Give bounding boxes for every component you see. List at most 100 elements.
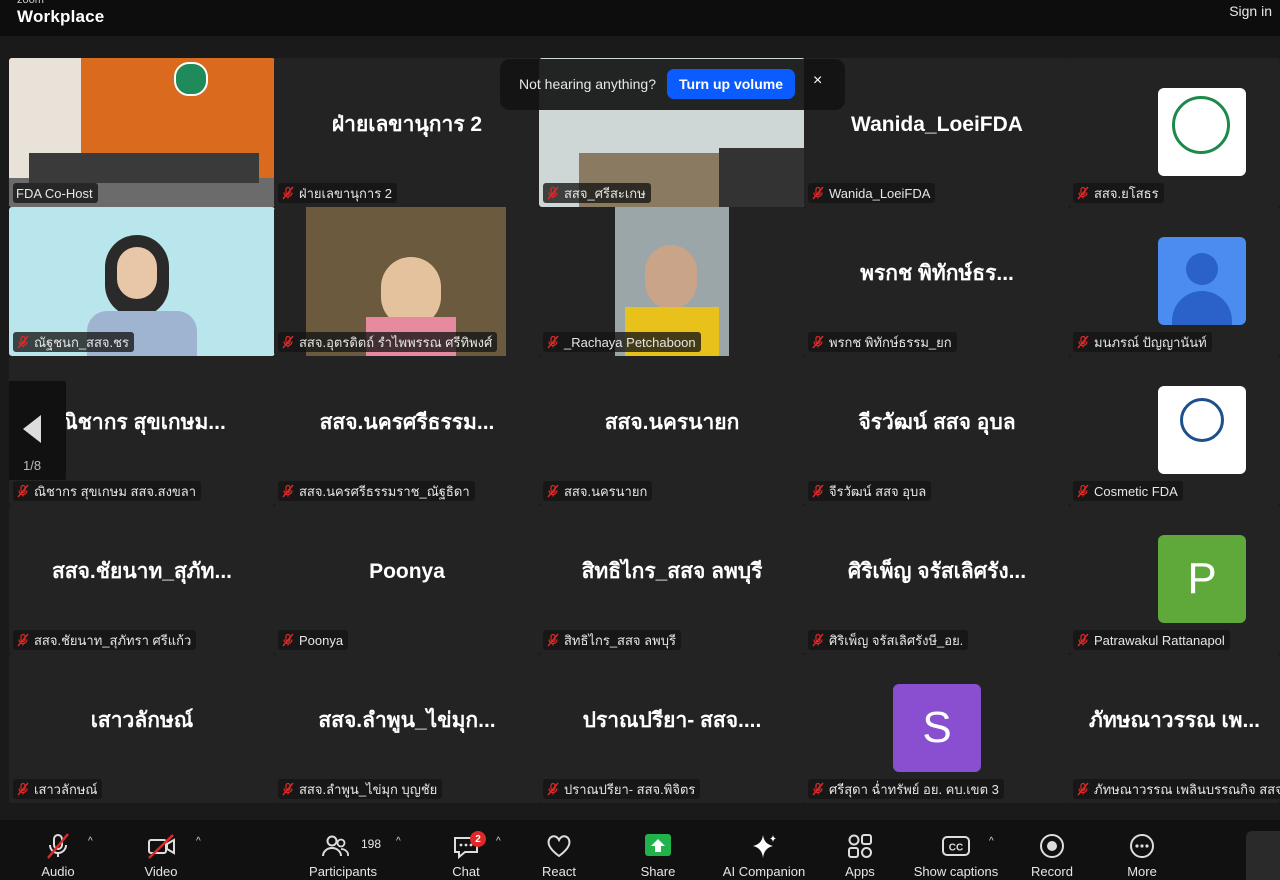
captions-options-caret[interactable]: ^: [989, 836, 994, 847]
muted-microphone-icon: [282, 633, 294, 647]
title-bar: zoom Workplace Sign in: [0, 0, 1280, 36]
participant-name: สสจ.ลำพูน_ไข่มุก บุญชัย: [299, 781, 438, 797]
sparkle-icon: [753, 835, 776, 858]
participant-tile[interactable]: _Rachaya Petchaboon: [539, 207, 805, 356]
more-label: More: [1127, 864, 1157, 879]
video-options-caret[interactable]: ^: [196, 836, 201, 847]
muted-microphone-icon: [17, 484, 29, 498]
participant-name: ภัทษณาวรรณ เพลินบรรณกิจ สสจ: [1094, 781, 1280, 797]
leave-button-partial[interactable]: [1246, 831, 1280, 880]
participant-name: สิทธิไกร_สสจ ลพบุรี: [564, 632, 676, 648]
participant-name: สสจ_ศรีสะเกษ: [564, 185, 646, 201]
muted-microphone-icon: [17, 633, 29, 647]
participant-name-tag: จีรวัฒน์ สสจ อุบล: [808, 481, 932, 501]
audio-button[interactable]: Audio: [28, 820, 88, 880]
page-indicator: 1/8: [23, 458, 42, 473]
muted-microphone-icon: [17, 335, 29, 349]
participant-name: Patrawakul Rattanapol: [1094, 632, 1225, 648]
muted-microphone-icon: [812, 186, 824, 200]
record-button[interactable]: Record: [1022, 820, 1082, 880]
participant-tile[interactable]: พรกช พิทักษ์ธร... พรกช พิทักษ์ธรรม_ยก: [804, 207, 1070, 356]
participant-name-tag: สสจ.อุตรดิตถ์ รำไพพรรณ ศรีทิพงศ์: [278, 332, 498, 352]
participant-display-name: พรกช พิทักษ์ธร...: [860, 262, 1014, 285]
chat-options-caret[interactable]: ^: [496, 836, 501, 847]
video-label: Video: [144, 864, 178, 879]
participant-tile[interactable]: S ศรีสุดา ฉ่ำทรัพย์ อย. คบ.เขต 3: [804, 654, 1070, 803]
previous-page-button[interactable]: 1/8: [9, 381, 66, 480]
participant-tile[interactable]: ณัฐชนก_สสจ.ชร: [9, 207, 275, 356]
participant-name-tag: สสจ.ชัยนาท_สุภัทรา ศรีแก้ว: [13, 630, 197, 650]
share-button[interactable]: Share: [628, 820, 688, 880]
muted-microphone-icon: [547, 484, 559, 498]
muted-microphone-icon: [1077, 335, 1089, 349]
participant-tile[interactable]: สสจ.ลำพูน_ไข่มุก... สสจ.ลำพูน_ไข่มุก บุญช…: [274, 654, 540, 803]
participant-tile[interactable]: P Patrawakul Rattanapol: [1069, 505, 1280, 654]
participant-name-tag: ศรีสุดา ฉ่ำทรัพย์ อย. คบ.เขต 3: [808, 779, 1004, 799]
muted-microphone-icon: [812, 484, 824, 498]
participant-tile[interactable]: เสาวลักษณ์ เสาวลักษณ์: [9, 654, 275, 803]
participant-tile[interactable]: ภัทษณาวรรณ เพ... ภัทษณาวรรณ เพลินบรรณกิจ …: [1069, 654, 1280, 803]
participant-tile[interactable]: สสจ.ยโสธร: [1069, 58, 1280, 207]
moph-logo: [1158, 88, 1246, 176]
participant-name: Wanida_LoeiFDA: [829, 185, 931, 201]
participant-name: มนภรณ์ ปัญญานันท์: [1094, 334, 1207, 350]
chat-unread-badge: 2: [470, 831, 486, 847]
participant-tile[interactable]: FDA Co-Host: [9, 58, 275, 207]
participant-display-name: ปราณปรียา- สสจ....: [582, 709, 762, 732]
participants-options-caret[interactable]: ^: [396, 836, 401, 847]
participant-name-tag: ฝ่ายเลขานุการ 2: [278, 183, 398, 203]
participant-tile[interactable]: ศิริเพ็ญ จรัสเลิศรัง... ศิริเพ็ญ จรัสเลิศ…: [804, 505, 1070, 654]
react-label: React: [542, 864, 576, 879]
participant-display-name: เสาวลักษณ์: [90, 709, 194, 732]
close-icon[interactable]: ×: [813, 72, 822, 90]
heart-icon: [547, 835, 571, 858]
audio-options-caret[interactable]: ^: [88, 836, 93, 847]
participant-name-tag: _Rachaya Petchaboon: [543, 332, 701, 352]
muted-microphone-icon: [282, 484, 294, 498]
avatar-letter-p: P: [1158, 535, 1246, 623]
muted-microphone-icon: [547, 335, 559, 349]
brand-small: zoom: [17, 0, 44, 6]
participant-tile[interactable]: จีรวัฒน์ สสจ อุบล จีรวัฒน์ สสจ อุบล: [804, 356, 1070, 505]
participant-tile[interactable]: สิทธิไกร_สสจ ลพบุรี สิทธิไกร_สสจ ลพบุรี: [539, 505, 805, 654]
participant-tile[interactable]: Cosmetic FDA: [1069, 356, 1280, 505]
muted-microphone-icon: [1077, 484, 1089, 498]
chat-button[interactable]: Chat: [436, 820, 496, 880]
participant-tile[interactable]: มนภรณ์ ปัญญานันท์: [1069, 207, 1280, 356]
participant-tile[interactable]: Poonya Poonya: [274, 505, 540, 654]
more-button[interactable]: More: [1112, 820, 1172, 880]
participant-name: สสจ.อุตรดิตถ์ รำไพพรรณ ศรีทิพงศ์: [299, 334, 493, 350]
participant-tile[interactable]: ปราณปรียา- สสจ.... ปราณปรียา- สสจ.พิจิตร: [539, 654, 805, 803]
participant-name: Poonya: [299, 632, 344, 648]
participant-tile[interactable]: สสจ.ชัยนาท_สุภัท... สสจ.ชัยนาท_สุภัทรา ศร…: [9, 505, 275, 654]
muted-microphone-icon: [1077, 782, 1089, 796]
participant-name-tag: เสาวลักษณ์: [13, 779, 103, 799]
muted-microphone-icon: [547, 633, 559, 647]
ai-companion-label: AI Companion: [722, 864, 806, 879]
avatar-letter-s: S: [893, 684, 981, 772]
audio-label: Audio: [41, 864, 75, 879]
participant-display-name: ภัทษณาวรรณ เพ...: [1089, 709, 1260, 732]
muted-microphone-icon: [812, 633, 824, 647]
show-captions-button[interactable]: CC Show captions: [906, 820, 1006, 880]
participant-name-tag: Cosmetic FDA: [1073, 481, 1183, 501]
participant-name: สสจ.ยโสธร: [1094, 185, 1159, 201]
apps-button[interactable]: Apps: [830, 820, 890, 880]
muted-microphone-icon: [812, 782, 824, 796]
participant-tile[interactable]: สสจ.อุตรดิตถ์ รำไพพรรณ ศรีทิพงศ์: [274, 207, 540, 356]
ai-companion-button[interactable]: AI Companion: [714, 820, 814, 880]
sign-in-link[interactable]: Sign in: [1229, 3, 1272, 19]
svg-text:CC: CC: [949, 843, 963, 854]
participant-tile[interactable]: สสจ.นครนายก สสจ.นครนายก: [539, 356, 805, 505]
participant-name: ฝ่ายเลขานุการ 2: [299, 185, 393, 201]
participant-name: พรกช พิทักษ์ธรรม_ยก: [829, 334, 952, 350]
participant-name: ณิชากร สุขเกษม สสจ.สงขลา: [34, 483, 197, 499]
participant-name: _Rachaya Petchaboon: [564, 334, 696, 350]
react-button[interactable]: React: [529, 820, 589, 880]
participant-tile[interactable]: สสจ.นครศรีธรรม... สสจ.นครศรีธรรมราช_ณัฐธิ…: [274, 356, 540, 505]
participant-name-tag: มนภรณ์ ปัญญานันท์: [1073, 332, 1212, 352]
video-button[interactable]: Video: [131, 820, 191, 880]
turn-up-volume-button[interactable]: Turn up volume: [667, 69, 795, 99]
share-screen-icon: [645, 834, 671, 856]
participant-name: สสจ.นครนายก: [564, 483, 648, 499]
